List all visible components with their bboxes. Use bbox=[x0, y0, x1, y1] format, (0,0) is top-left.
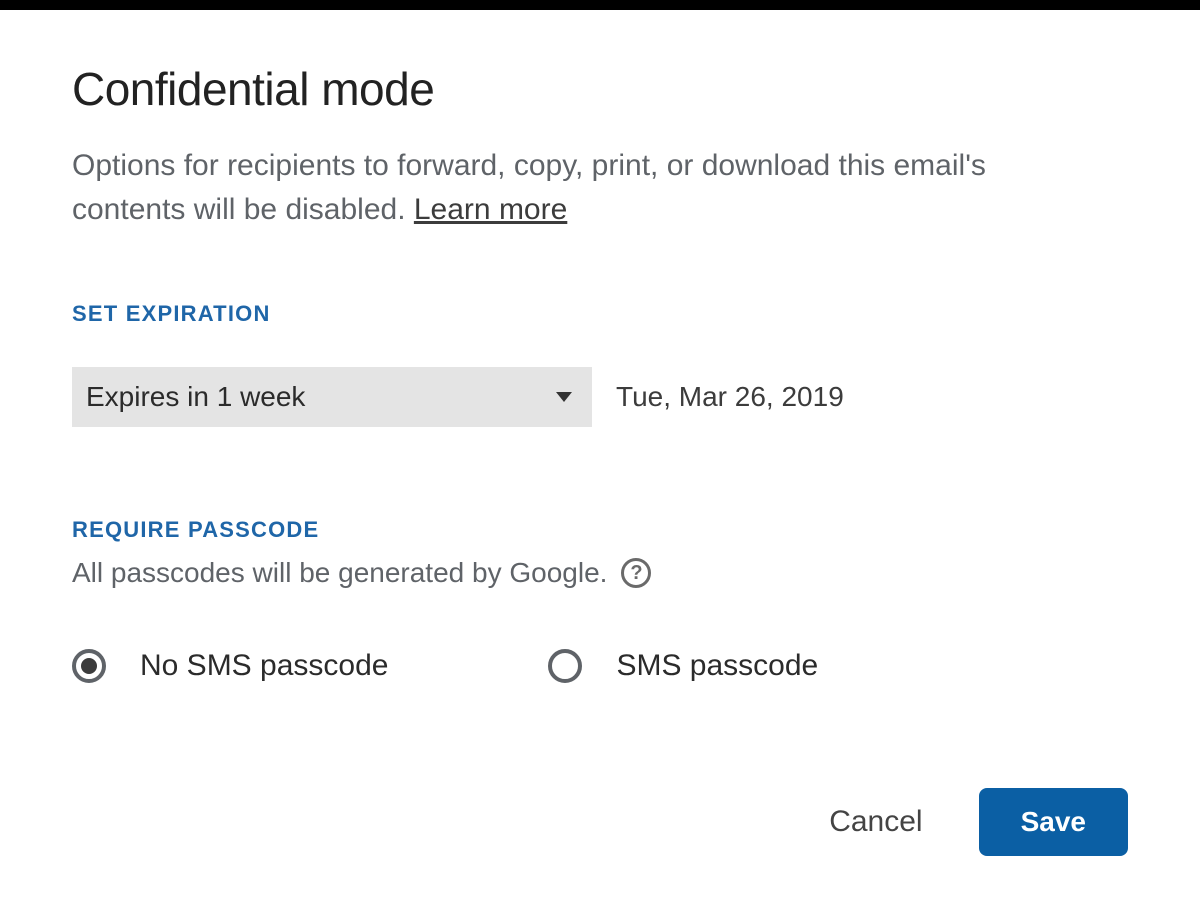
expiration-dropdown-value: Expires in 1 week bbox=[86, 381, 305, 413]
passcode-section: REQUIRE PASSCODE All passcodes will be g… bbox=[72, 517, 1128, 683]
save-button[interactable]: Save bbox=[979, 788, 1128, 856]
expiration-date: Tue, Mar 26, 2019 bbox=[616, 381, 844, 413]
radio-unselected-icon bbox=[548, 649, 582, 683]
learn-more-link[interactable]: Learn more bbox=[414, 193, 567, 226]
expiration-section-label: SET EXPIRATION bbox=[72, 301, 1128, 327]
expiration-row: Expires in 1 week Tue, Mar 26, 2019 bbox=[72, 367, 1128, 427]
radio-label-sms: SMS passcode bbox=[616, 649, 818, 683]
radio-label-no-sms: No SMS passcode bbox=[140, 649, 388, 683]
expiration-section: SET EXPIRATION Expires in 1 week Tue, Ma… bbox=[72, 301, 1128, 427]
caret-down-icon bbox=[556, 392, 572, 402]
confidential-mode-dialog: Confidential mode Options for recipients… bbox=[0, 0, 1200, 900]
cancel-button[interactable]: Cancel bbox=[823, 797, 928, 847]
radio-inner-dot-icon bbox=[81, 658, 97, 674]
passcode-note: All passcodes will be generated by Googl… bbox=[72, 557, 607, 589]
dialog-title: Confidential mode bbox=[72, 62, 1128, 116]
dialog-button-row: Cancel Save bbox=[823, 788, 1128, 856]
radio-sms-passcode[interactable]: SMS passcode bbox=[548, 649, 818, 683]
radio-no-sms-passcode[interactable]: No SMS passcode bbox=[72, 649, 388, 683]
help-icon[interactable]: ? bbox=[621, 558, 651, 588]
expiration-dropdown[interactable]: Expires in 1 week bbox=[72, 367, 592, 427]
passcode-radio-group: No SMS passcode SMS passcode bbox=[72, 649, 1128, 683]
passcode-note-row: All passcodes will be generated by Googl… bbox=[72, 557, 1128, 589]
dialog-description: Options for recipients to forward, copy,… bbox=[72, 144, 1092, 231]
radio-selected-icon bbox=[72, 649, 106, 683]
passcode-section-label: REQUIRE PASSCODE bbox=[72, 517, 1128, 543]
